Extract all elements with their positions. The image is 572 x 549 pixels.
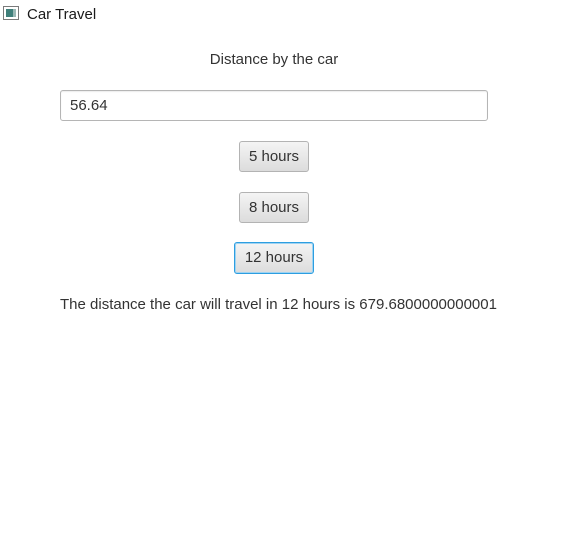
window-title: Car Travel (27, 6, 97, 23)
app-window-icon (3, 6, 19, 20)
app-window: Car Travel Distance by the car 5 hours 8… (0, 0, 572, 549)
distance-heading: Distance by the car (209, 51, 339, 68)
result-label: The distance the car will travel in 12 h… (60, 296, 497, 313)
eight-hours-button[interactable]: 8 hours (239, 192, 309, 223)
five-hours-button[interactable]: 5 hours (239, 141, 309, 172)
title-bar: Car Travel (0, 0, 572, 30)
twelve-hours-button[interactable]: 12 hours (234, 242, 314, 274)
distance-input[interactable] (60, 90, 488, 121)
